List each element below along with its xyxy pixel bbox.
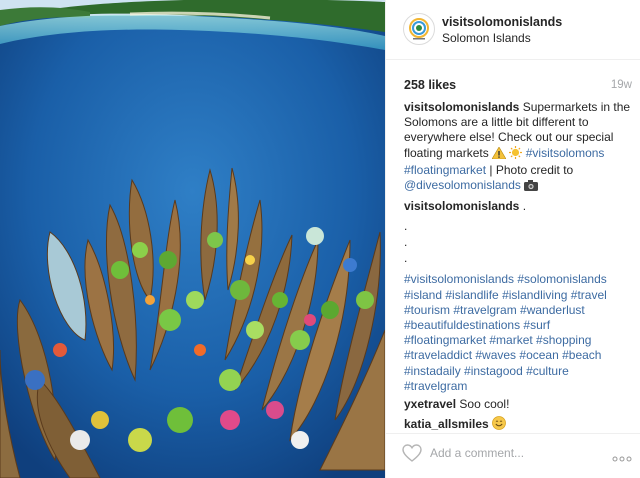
heart-outline-icon[interactable] xyxy=(402,444,422,467)
warning-emoji-icon xyxy=(491,146,507,163)
mention-link[interactable]: @divesolomonislands xyxy=(404,178,521,192)
dot-line: . xyxy=(404,251,408,266)
avatar[interactable] xyxy=(403,13,435,45)
post-header: visitsolomonislands Solomon Islands xyxy=(386,0,640,60)
sun-emoji-icon xyxy=(509,145,523,163)
add-comment-input[interactable] xyxy=(430,444,590,462)
post-side-panel: visitsolomonislands Solomon Islands 258 … xyxy=(385,0,640,478)
hashtag-link[interactable]: #floatingmarket xyxy=(404,163,486,177)
post-footer xyxy=(386,433,640,471)
camera-emoji-icon xyxy=(524,180,539,195)
like-count[interactable]: 258 likes xyxy=(404,78,456,92)
comment-item: yxetravel Soo cool! xyxy=(404,397,634,412)
dot-line: . xyxy=(404,235,408,250)
post-photo[interactable] xyxy=(0,0,385,478)
more-options-icon[interactable] xyxy=(612,449,632,467)
follow-up-comment: visitsolomonislands . xyxy=(404,199,634,214)
comment-item: katia_allsmiles xyxy=(404,416,634,434)
hashtag-link[interactable]: #visitsolomons xyxy=(526,146,605,160)
comment-text: Soo cool! xyxy=(459,397,510,412)
comments-section: visitsolomonislands Supermarkets in the … xyxy=(404,100,634,434)
caption-credit-text: | Photo credit to xyxy=(489,162,574,177)
dot-line: . xyxy=(404,219,408,234)
follow-up-username[interactable]: visitsolomonislands xyxy=(404,199,519,213)
follow-up-text: . xyxy=(522,199,527,214)
comment-username[interactable]: katia_allsmiles xyxy=(404,417,489,431)
comment-username[interactable]: yxetravel xyxy=(404,397,456,411)
dot-spacer: . . . xyxy=(404,218,634,266)
hashtag-list[interactable]: #visitsolomonislands #solomonislands #is… xyxy=(404,272,634,394)
floating-market-photo xyxy=(0,0,385,478)
caption: visitsolomonislands Supermarkets in the … xyxy=(404,100,634,195)
caption-username[interactable]: visitsolomonislands xyxy=(404,100,519,114)
logo-icon xyxy=(409,18,429,40)
post-stats: 258 likes 19w xyxy=(386,60,640,98)
smile-emoji-icon xyxy=(492,416,506,434)
post-time: 19w xyxy=(610,79,632,91)
username[interactable]: visitsolomonislands xyxy=(442,15,562,29)
location[interactable]: Solomon Islands xyxy=(442,31,531,45)
